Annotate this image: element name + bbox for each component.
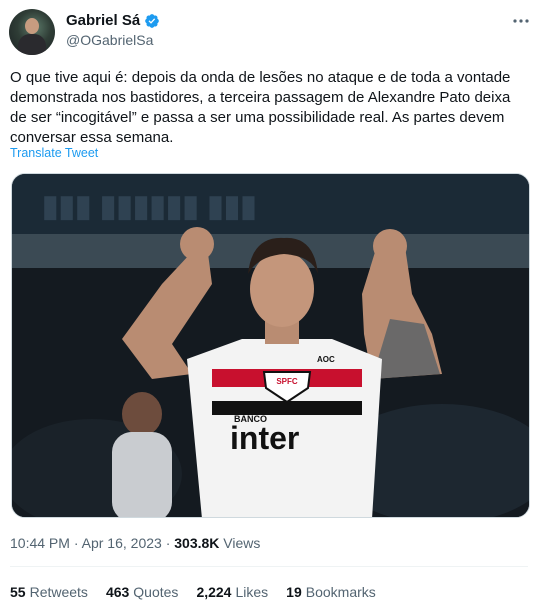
avatar[interactable] bbox=[9, 9, 55, 55]
tweet-time[interactable]: 10:44 PM bbox=[10, 535, 70, 551]
stat-label: Retweets bbox=[29, 584, 88, 600]
author-display-name[interactable]: Gabriel Sá bbox=[66, 12, 140, 29]
stat-bookmarks[interactable]: 19 Bookmarks bbox=[286, 584, 376, 600]
tweet-text: O que tive aqui é: depois da onda de les… bbox=[10, 69, 511, 146]
stat-label: Bookmarks bbox=[305, 584, 376, 600]
stat-likes[interactable]: 2,224 Likes bbox=[196, 584, 268, 600]
tweet-stats: 55 Retweets 463 Quotes 2,224 Likes 19 Bookma… bbox=[10, 584, 394, 600]
stat-label: Likes bbox=[235, 584, 269, 600]
stat-count: 2,224 bbox=[196, 584, 232, 600]
tweet-date[interactable]: Apr 16, 2023 bbox=[82, 535, 162, 551]
jersey-sponsor-main: inter bbox=[230, 420, 299, 456]
jersey-badge-text: SPFC bbox=[276, 377, 298, 386]
translate-tweet-link[interactable]: Translate Tweet bbox=[10, 146, 98, 160]
svg-text:▮▮▮ ▮▮▮▮▮▮ ▮▮▮: ▮▮▮ ▮▮▮▮▮▮ ▮▮▮ bbox=[42, 190, 257, 223]
stat-count: 463 bbox=[105, 584, 130, 600]
separator-dot: · bbox=[165, 535, 171, 551]
author-name-row: Gabriel Sá bbox=[66, 12, 160, 29]
more-options-icon[interactable] bbox=[512, 12, 530, 30]
divider bbox=[10, 566, 528, 567]
separator-dot: · bbox=[73, 535, 79, 551]
player-celebration-illustration: ▮▮▮ ▮▮▮▮▮▮ ▮▮▮ SPFC BANCO inter AOC bbox=[12, 174, 529, 517]
views-count: 303.8K bbox=[174, 535, 220, 551]
avatar-head-shape bbox=[25, 18, 39, 34]
views-label: Views bbox=[223, 535, 261, 551]
author-handle[interactable]: @OGabrielSa bbox=[66, 32, 153, 48]
stat-retweets[interactable]: 55 Retweets bbox=[10, 584, 88, 600]
stat-count: 19 bbox=[286, 584, 302, 600]
stat-quotes[interactable]: 463 Quotes bbox=[106, 584, 179, 600]
avatar-body-shape bbox=[18, 34, 46, 55]
tweet-card: Gabriel Sá @OGabrielSa O que tive aqui é… bbox=[0, 0, 535, 611]
tweet-timestamp-row: 10:44 PM · Apr 16, 2023 · 303.8K Views bbox=[10, 535, 260, 551]
stat-count: 55 bbox=[10, 584, 26, 600]
tweet-media-photo[interactable]: ▮▮▮ ▮▮▮▮▮▮ ▮▮▮ SPFC BANCO inter AOC bbox=[11, 173, 530, 518]
jersey-brand-text: AOC bbox=[317, 355, 335, 364]
stat-label: Quotes bbox=[133, 584, 179, 600]
more-options-glyph bbox=[513, 19, 529, 23]
verified-badge-icon bbox=[145, 13, 160, 28]
